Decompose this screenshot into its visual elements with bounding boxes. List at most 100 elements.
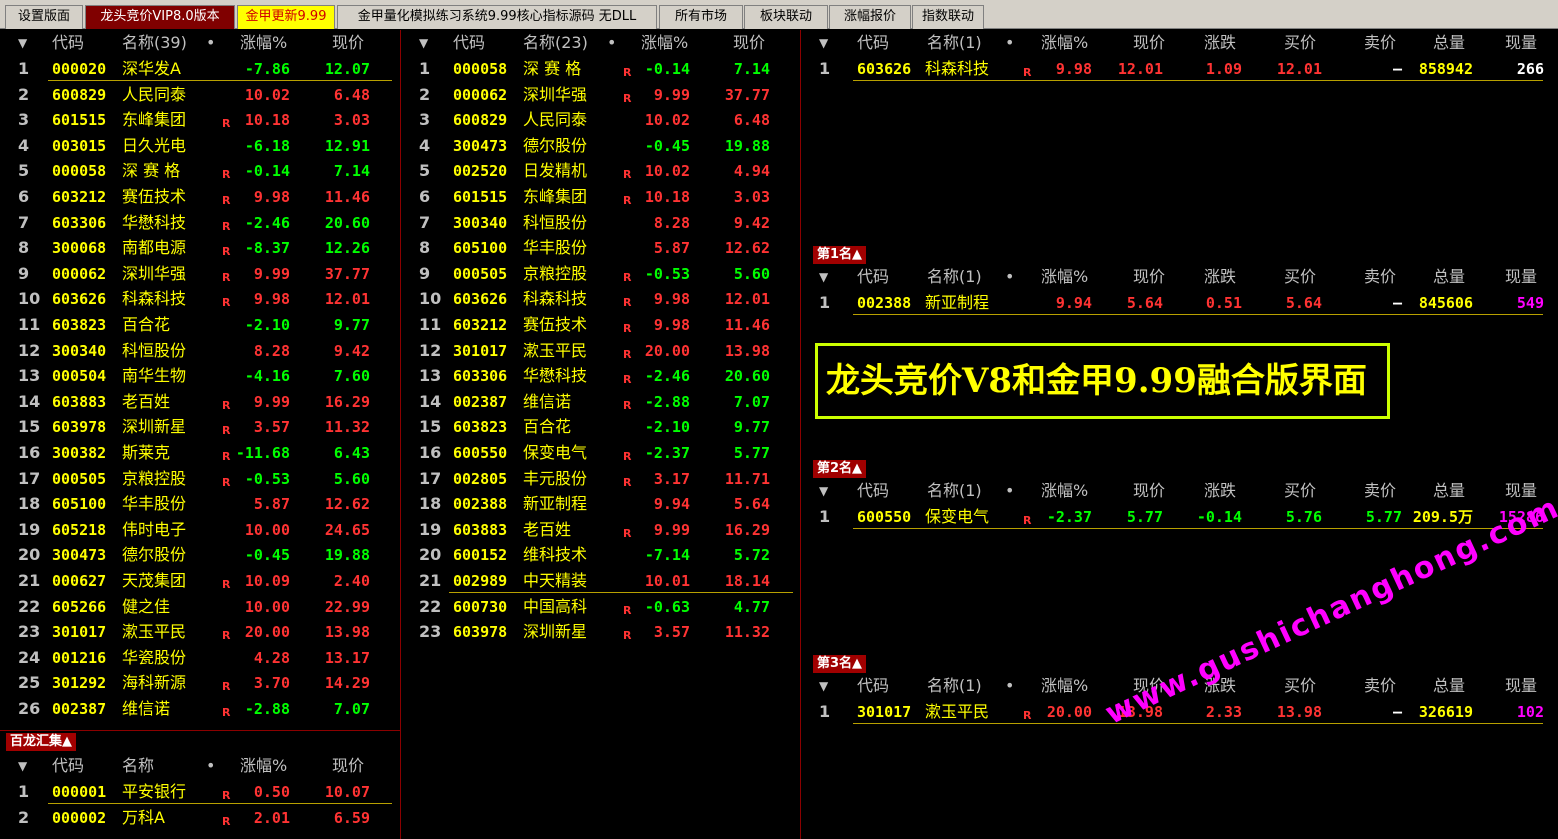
table-row[interactable]: 13 000504 南华生物 -4.16 7.60 [0,363,400,389]
header-name[interactable]: 名称 [122,753,154,779]
table-row[interactable]: 5 002520 日发精机 R 10.02 4.94 [401,158,800,184]
header-ask[interactable]: 卖价 [1364,264,1396,290]
rank-label-1[interactable]: 第1名▲ [813,246,867,264]
header-pct[interactable]: 涨幅% [1041,673,1088,699]
header-name[interactable]: 名称(23) [523,30,588,56]
header-volume[interactable]: 总量 [1433,30,1465,56]
table-row[interactable]: 9 000062 深圳华强 R 9.99 37.77 [0,261,400,287]
header-volume[interactable]: 总量 [1433,264,1465,290]
table-row[interactable]: 2 000062 深圳华强 R 9.99 37.77 [401,82,800,108]
table-row[interactable]: 7 300340 科恒股份 8.28 9.42 [401,210,800,236]
table-row[interactable]: 1 301017 漱玉平民 R 20.00 13.98 2.33 13.98—326619 10… [801,699,1558,725]
table-row[interactable]: 20 600152 维科技术 -7.14 5.72 [401,542,800,568]
header-code[interactable]: 代码 [857,30,889,56]
table-row[interactable]: 2 600829 人民同泰 10.02 6.48 [0,82,400,108]
table-row[interactable]: 19 603883 老百姓 R 9.99 16.29 [401,517,800,543]
table-row[interactable]: 7 603306 华懋科技 R -2.46 20.60 [0,210,400,236]
header-cur-vol[interactable]: 现量 [1505,264,1537,290]
tab-4[interactable]: 金甲量化模拟练习系统9.99核心指标源码 无DLL [337,5,657,29]
table-row[interactable]: 25 301292 海科新源 R 3.70 14.29 [0,670,400,696]
table-row[interactable]: 22 605266 健之佳 10.00 22.99 [0,594,400,620]
header-name[interactable]: 名称(1) [927,264,982,290]
table-row[interactable]: 11 603823 百合花 -2.10 9.77 [0,312,400,338]
header-pct[interactable]: 涨幅% [240,30,287,56]
table-row[interactable]: 15 603978 深圳新星 R 3.57 11.32 [0,414,400,440]
header-code[interactable]: 代码 [857,264,889,290]
rank-label-3[interactable]: 第3名▲ [813,655,867,673]
header-price[interactable]: 现价 [332,30,364,56]
table-row[interactable]: 10 603626 科森科技 R 9.98 12.01 [0,286,400,312]
header-code[interactable]: 代码 [857,673,889,699]
table-row[interactable]: 14 603883 老百姓 R 9.99 16.29 [0,389,400,415]
table-row[interactable]: 18 002388 新亚制程 9.94 5.64 [401,491,800,517]
table-row[interactable]: 1 000020 深华发A -7.86 12.07 [0,56,400,82]
table-row[interactable]: 1 000001 平安银行 R 0.50 10.07 [0,779,400,805]
table-row[interactable]: 17 000505 京粮控股 R -0.53 5.60 [0,466,400,492]
header-code[interactable]: 代码 [857,478,889,504]
table-row[interactable]: 3 601515 东峰集团 R 10.18 3.03 [0,107,400,133]
tab-8[interactable]: 指数联动 [912,5,984,29]
table-row[interactable]: 6 601515 东峰集团 R 10.18 3.03 [401,184,800,210]
table-row[interactable]: 4 003015 日久光电 -6.18 12.91 [0,133,400,159]
tab-2[interactable]: 龙头竞价VIP8.0版本 [85,5,235,29]
header-ask[interactable]: 卖价 [1364,478,1396,504]
header-code[interactable]: 代码 [453,30,485,56]
header-pct[interactable]: 涨幅% [641,30,688,56]
tab-7[interactable]: 涨幅报价 [829,5,911,29]
sort-arrow-icon[interactable]: ▼ [819,264,828,290]
tab-1[interactable]: 设置版面 [5,5,83,29]
table-row[interactable]: 10 603626 科森科技 R 9.98 12.01 [401,286,800,312]
table-row[interactable]: 8 300068 南都电源 R -8.37 12.26 [0,235,400,261]
table-row[interactable]: 2 000002 万科A R 2.01 6.59 [0,805,400,831]
rank-label-2[interactable]: 第2名▲ [813,460,867,478]
header-ask[interactable]: 卖价 [1364,30,1396,56]
table-row[interactable]: 8 605100 华丰股份 5.87 12.62 [401,235,800,261]
table-row[interactable]: 12 300340 科恒股份 8.28 9.42 [0,338,400,364]
tab-6[interactable]: 板块联动 [744,5,828,29]
table-row[interactable]: 4 300473 德尔股份 -0.45 19.88 [401,133,800,159]
header-pct[interactable]: 涨幅% [240,753,287,779]
header-name[interactable]: 名称(39) [122,30,187,56]
header-change[interactable]: 涨跌 [1204,30,1236,56]
table-row[interactable]: 19 605218 伟时电子 10.00 24.65 [0,517,400,543]
sort-arrow-icon[interactable]: ▼ [18,30,27,56]
table-row[interactable]: 1 000058 深 赛 格 R -0.14 7.14 [401,56,800,82]
tab-3[interactable]: 金甲更新9.99 [237,5,335,29]
table-row[interactable]: 1 002388 新亚制程 9.94 5.64 0.51 5.64 — 845606 549 [801,290,1558,316]
sort-arrow-icon[interactable]: ▼ [18,753,27,779]
header-price[interactable]: 现价 [332,753,364,779]
header-cur-vol[interactable]: 现量 [1505,30,1537,56]
table-row[interactable]: 20 300473 德尔股份 -0.45 19.88 [0,542,400,568]
header-name[interactable]: 名称(1) [927,478,982,504]
sort-arrow-icon[interactable]: ▼ [819,30,828,56]
table-row[interactable]: 18 605100 华丰股份 5.87 12.62 [0,491,400,517]
header-price[interactable]: 现价 [1133,478,1165,504]
header-volume[interactable]: 总量 [1433,478,1465,504]
sort-arrow-icon[interactable]: ▼ [819,673,828,699]
table-row[interactable]: 3 600829 人民同泰 10.02 6.48 [401,107,800,133]
header-bid[interactable]: 买价 [1284,478,1316,504]
bailong-label[interactable]: 百龙汇集▲ [6,733,76,751]
table-row[interactable]: 21 002989 中天精装 10.01 18.14 [401,568,800,594]
header-code[interactable]: 代码 [52,753,84,779]
header-pct[interactable]: 涨幅% [1041,478,1088,504]
table-row[interactable]: 5 000058 深 赛 格 R -0.14 7.14 [0,158,400,184]
table-row[interactable]: 23 603978 深圳新星 R 3.57 11.32 [401,619,800,645]
table-row[interactable]: 11 603212 赛伍技术 R 9.98 11.46 [401,312,800,338]
table-row[interactable]: 23 301017 漱玉平民 R 20.00 13.98 [0,619,400,645]
table-row[interactable]: 13 603306 华懋科技 R -2.46 20.60 [401,363,800,389]
table-row[interactable]: 22 600730 中国高科 R -0.63 4.77 [401,594,800,620]
table-row[interactable]: 24 001216 华瓷股份 4.28 13.17 [0,645,400,671]
header-cur-vol[interactable]: 现量 [1505,673,1537,699]
table-row[interactable]: 16 300382 斯莱克 R -11.68 6.43 [0,440,400,466]
header-volume[interactable]: 总量 [1433,673,1465,699]
header-pct[interactable]: 涨幅% [1041,264,1088,290]
header-change[interactable]: 涨跌 [1204,478,1236,504]
header-name[interactable]: 名称(1) [927,673,982,699]
tab-5[interactable]: 所有市场 [659,5,743,29]
table-row[interactable]: 1 600550 保变电气 R -2.37 5.77 -0.14 5.76 5.77 209.5万… [801,504,1558,530]
header-bid[interactable]: 买价 [1284,30,1316,56]
table-row[interactable]: 6 603212 赛伍技术 R 9.98 11.46 [0,184,400,210]
header-ask[interactable]: 卖价 [1364,673,1396,699]
header-name[interactable]: 名称(1) [927,30,982,56]
